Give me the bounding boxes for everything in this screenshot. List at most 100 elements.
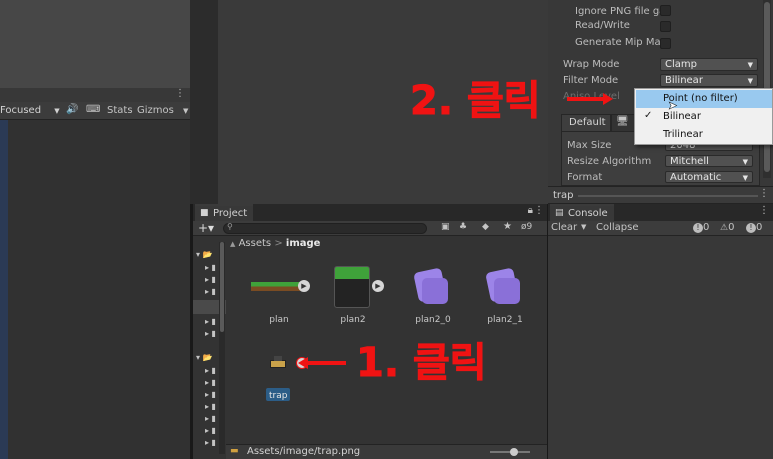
asset-item[interactable]: plan2_0 <box>402 264 464 325</box>
status-path: Assets/image/trap.png <box>247 446 361 457</box>
console-toolbar: Clear ▼ Collapse ! 0 ⚠0 ! 0 <box>548 221 773 236</box>
tag-icon[interactable]: ◆ <box>482 222 489 232</box>
resize-value: Mitchell <box>670 156 709 167</box>
hidden-packages-icon[interactable]: ø9 <box>521 222 532 232</box>
warning-toggle[interactable]: ⚠0 <box>720 222 734 233</box>
read-write-checkbox[interactable] <box>660 21 671 32</box>
chevron-down-icon[interactable]: ▼ <box>581 223 586 231</box>
error-toggle[interactable]: ! 0 <box>746 222 762 233</box>
folder-icon: ■ <box>200 208 209 218</box>
asset-item[interactable]: plan2_1 <box>474 264 536 325</box>
search-by-type-icon[interactable]: ▣ <box>441 222 450 232</box>
tree-item[interactable]: ▸ ▮ <box>205 275 216 284</box>
tree-item[interactable]: ▸ ▮ <box>205 402 216 411</box>
read-write-label: Read/Write <box>575 20 630 31</box>
sprite-icon-back <box>494 278 520 304</box>
gen-mip-checkbox[interactable] <box>660 38 671 49</box>
more-icon[interactable]: ⋮ <box>175 88 185 99</box>
asset-name: plan2_0 <box>415 315 451 325</box>
collapse-button[interactable]: Collapse <box>596 222 639 233</box>
search-input[interactable]: ⚲ <box>223 222 427 234</box>
favorite-icon[interactable]: ★ <box>503 221 512 232</box>
preview-drag-handle[interactable] <box>578 195 758 197</box>
tree-item[interactable]: ▸ ▮ <box>205 263 216 272</box>
scene-view-divider: ⋮ <box>0 88 190 102</box>
create-button[interactable]: +▾ <box>198 221 214 235</box>
filter-mode-dropdown[interactable]: Bilinear ▼ <box>660 74 758 87</box>
tree-item[interactable]: ▸ ▮ <box>205 317 216 326</box>
chevron-down-icon: ▼ <box>742 174 748 182</box>
tree-item[interactable]: ▸ ▮ <box>205 414 216 423</box>
breadcrumb-current[interactable]: image <box>286 238 321 249</box>
chevron-down-icon: ▼ <box>747 77 753 85</box>
max-size-label: Max Size <box>567 140 612 151</box>
lock-icon[interactable]: 🔒︎ <box>528 205 533 216</box>
breadcrumb: ▲ Assets > image <box>230 238 320 249</box>
filter-option-bilinear[interactable]: ✓ Bilinear ➤ <box>636 99 772 126</box>
trap-sprite-icon <box>268 356 288 370</box>
gizmos-dropdown[interactable]: Gizmos ▼ <box>137 105 188 116</box>
tree-item[interactable]: ▸ ▮ <box>205 366 216 375</box>
zoom-slider[interactable] <box>490 448 530 456</box>
project-toolbar: +▾ ⚲ ▣ ♣ ◆ ★ ø9 <box>193 221 547 236</box>
play-icon[interactable]: ▶ <box>298 280 310 292</box>
tree-item[interactable]: ▾ 📂 <box>196 250 213 259</box>
tree-item[interactable]: ▾ 📂 <box>196 353 213 362</box>
more-icon[interactable]: ⋮ <box>759 205 769 216</box>
slider-thumb[interactable] <box>510 448 518 456</box>
tree-scrollbar[interactable] <box>219 242 225 454</box>
filter-option-trilinear[interactable]: Trilinear <box>636 126 772 144</box>
step2-arrow-head <box>603 93 613 105</box>
keyboard-icon[interactable]: ⌨ <box>86 104 100 115</box>
search-by-label-icon[interactable]: ♣ <box>459 222 467 232</box>
more-icon[interactable]: ⋮ <box>759 188 769 199</box>
mouse-cursor-icon: ➤ <box>668 99 678 113</box>
platform-tab-standalone[interactable]: 🖥 <box>611 114 635 131</box>
chevron-up-icon: ▲ <box>230 240 236 248</box>
gizmos-label: Gizmos <box>137 105 174 116</box>
asset-item[interactable]: ▶ plan2 <box>326 264 388 325</box>
platform-tab-default[interactable]: Default <box>561 114 611 131</box>
chevron-down-icon: ▼ <box>183 107 189 115</box>
asset-name: plan <box>269 315 289 325</box>
chevron-down-icon: ▼ <box>742 158 748 166</box>
audio-icon[interactable]: 🔊 <box>66 104 78 115</box>
tree-item[interactable]: ▸ ▮ <box>205 287 216 296</box>
ignore-png-row: Ignore PNG file gar <box>575 4 669 17</box>
tab-project[interactable]: ■ Project <box>195 204 253 221</box>
game-toolbar: Focused ▼ 🔊 ⌨ Stats Gizmos ▼ <box>0 102 190 120</box>
tab-console[interactable]: ▤ Console <box>550 204 614 221</box>
error-icon: ! <box>746 223 756 233</box>
tree-item[interactable]: ▸ ▮ <box>205 378 216 387</box>
hierarchy-scroll-edge <box>190 0 218 204</box>
tree-item[interactable]: ▸ ▮ <box>205 329 216 338</box>
more-icon[interactable]: ⋮ <box>534 205 544 216</box>
tree-item[interactable]: ▸ ▮ <box>205 390 216 399</box>
sprite-icon-back <box>422 278 448 304</box>
chevron-down-icon: ▼ <box>747 61 753 69</box>
scrollbar-thumb[interactable] <box>764 2 770 172</box>
resize-dropdown[interactable]: Mitchell ▼ <box>665 155 753 167</box>
ignore-png-checkbox[interactable] <box>660 5 671 16</box>
asset-item[interactable]: ▶ plan <box>248 264 310 325</box>
format-label: Format <box>567 172 603 183</box>
breadcrumb-root[interactable]: Assets <box>239 238 272 249</box>
format-dropdown[interactable]: Automatic ▼ <box>665 171 753 183</box>
clear-button[interactable]: Clear <box>551 222 577 233</box>
filter-option-label: Trilinear <box>663 129 703 140</box>
grass-platform-icon <box>251 282 303 291</box>
scrollbar-thumb[interactable] <box>220 242 224 332</box>
tree-item[interactable]: ▸ ▮ <box>205 426 216 435</box>
tree-item[interactable]: ▸ ▮ <box>205 438 216 447</box>
play-icon[interactable]: ▶ <box>372 280 384 292</box>
stats-button[interactable]: Stats <box>107 105 133 116</box>
info-toggle[interactable]: ! 0 <box>693 222 709 233</box>
asset-name: trap <box>269 391 288 401</box>
filter-option-point[interactable]: Point (no filter) <box>636 90 772 108</box>
preview-asset-name: trap <box>553 190 574 201</box>
focused-dropdown[interactable]: Focused ▼ <box>0 105 60 116</box>
image-file-icon: ▬ <box>230 446 239 456</box>
gen-mip-label: Generate Mip Map <box>575 37 667 48</box>
project-status-bar: ▬ Assets/image/trap.png <box>226 444 547 459</box>
wrap-mode-dropdown[interactable]: Clamp ▼ <box>660 58 758 71</box>
